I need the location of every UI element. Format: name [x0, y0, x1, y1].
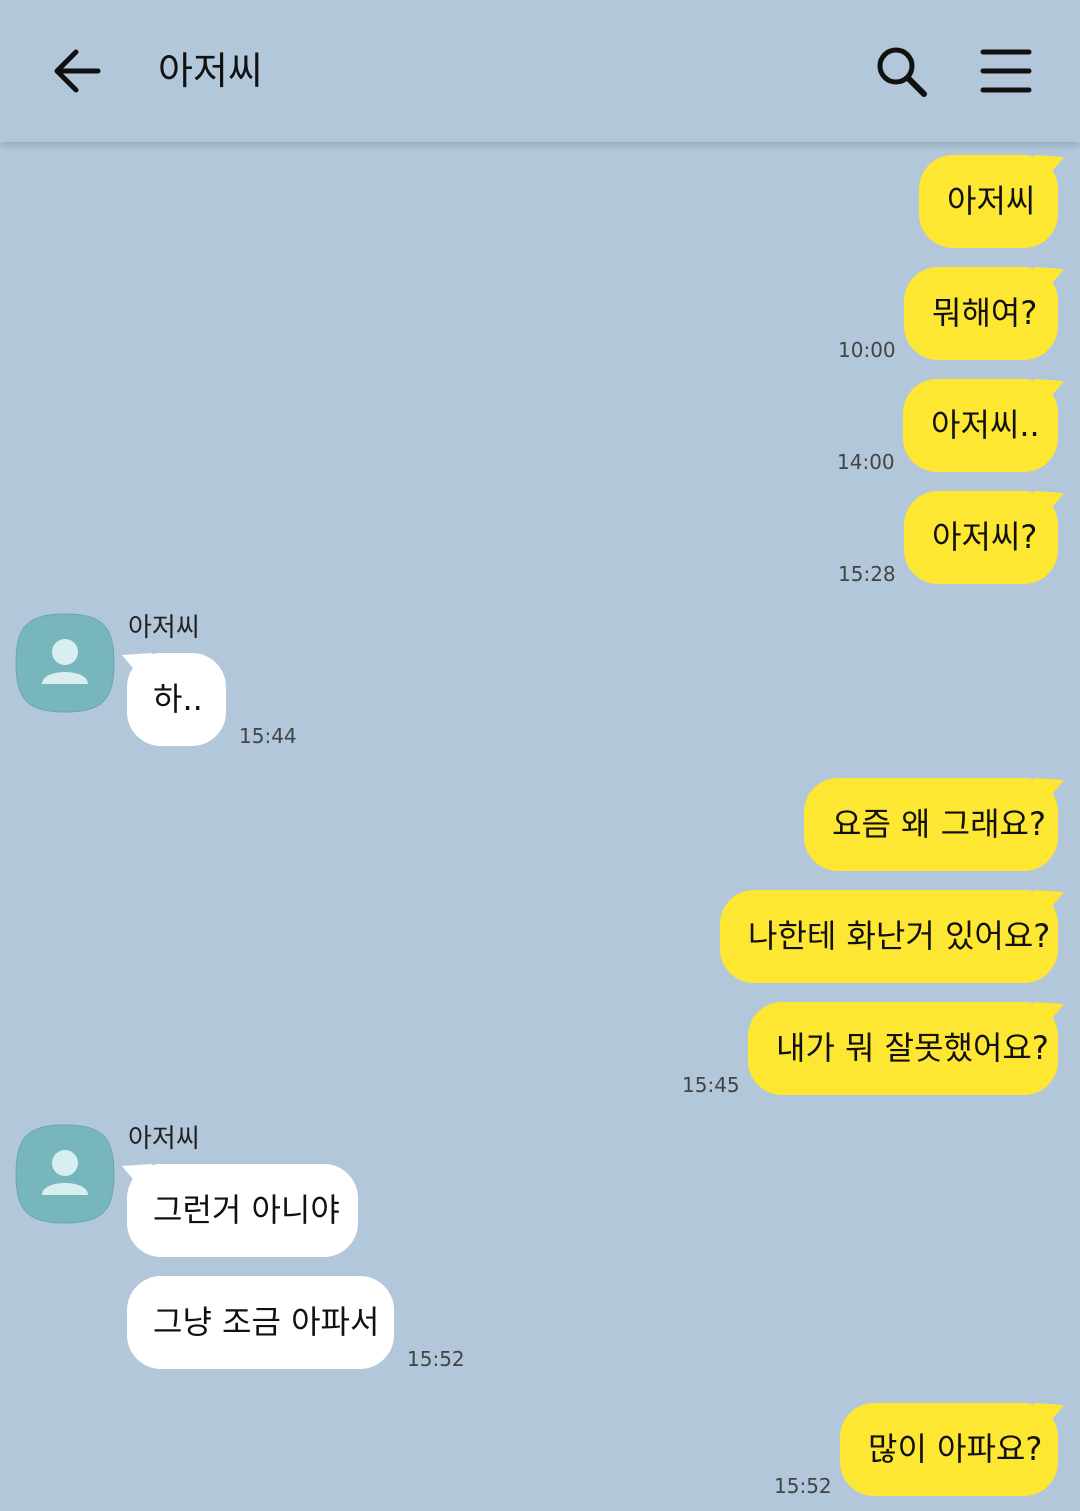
menu-icon[interactable]	[980, 46, 1032, 96]
outgoing-message[interactable]: 요즘 왜 그래요?	[804, 778, 1058, 871]
message-time: 15:52	[774, 1474, 832, 1498]
bubble-tail	[1034, 491, 1064, 517]
message-text: 아저씨?	[932, 518, 1038, 556]
sender-name: 아저씨	[128, 1124, 200, 1154]
bubble-tail	[1034, 778, 1064, 804]
message-text: 하..	[153, 680, 203, 718]
bubble-tail	[1034, 379, 1064, 405]
message-time: 14:00	[837, 450, 895, 474]
message-text: 그냥 조금 아파서	[153, 1303, 380, 1341]
message-text: 그런거 아니야	[153, 1191, 340, 1229]
message-time: 10:00	[838, 338, 896, 362]
message-text: 뭐해여?	[932, 294, 1038, 332]
outgoing-message[interactable]: 많이 아파요?	[840, 1403, 1058, 1496]
avatar[interactable]	[14, 1123, 116, 1225]
sender-name: 아저씨	[128, 613, 200, 643]
message-text: 아저씨	[947, 182, 1036, 220]
incoming-message[interactable]: 그런거 아니야	[127, 1164, 358, 1257]
bubble-tail	[1034, 155, 1064, 181]
bubble-tail	[1034, 1002, 1064, 1028]
outgoing-message[interactable]: 내가 뭐 잘못했어요?	[748, 1002, 1058, 1095]
avatar[interactable]	[14, 612, 116, 714]
outgoing-message[interactable]: 나한테 화난거 있어요?	[720, 890, 1058, 983]
bubble-tail	[1034, 267, 1064, 293]
bubble-tail	[122, 1164, 152, 1190]
message-text: 많이 아파요?	[868, 1430, 1043, 1468]
search-icon[interactable]	[872, 42, 930, 100]
bubble-tail	[1034, 1403, 1064, 1429]
message-time: 15:44	[239, 724, 297, 748]
message-text: 내가 뭐 잘못했어요?	[776, 1029, 1049, 1067]
bubble-tail	[122, 653, 152, 679]
bubble-tail	[1034, 890, 1064, 916]
message-text: 아저씨..	[931, 406, 1040, 444]
back-arrow-icon[interactable]	[50, 44, 104, 98]
chat-header: 아저씨	[0, 0, 1080, 142]
message-time: 15:52	[407, 1347, 465, 1371]
message-time: 15:45	[682, 1073, 740, 1097]
message-time: 15:28	[838, 562, 896, 586]
incoming-message[interactable]: 그냥 조금 아파서	[127, 1276, 394, 1369]
message-text: 요즘 왜 그래요?	[832, 805, 1046, 843]
chat-title: 아저씨	[158, 49, 263, 93]
message-text: 나한테 화난거 있어요?	[748, 917, 1051, 955]
